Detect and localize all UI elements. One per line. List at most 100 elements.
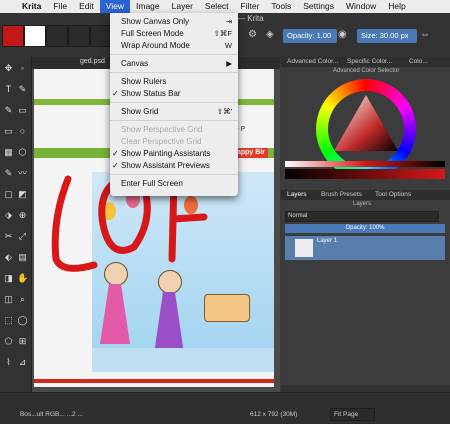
tool-icon[interactable]: ◦ [17, 63, 28, 74]
color-shade-strip[interactable] [285, 169, 445, 179]
tool-icon[interactable]: ▤ [17, 252, 28, 263]
view-menu-item-show-canvas-only[interactable]: Show Canvas Only ⇥ [110, 16, 238, 27]
tool-icon[interactable]: ⬚ [3, 315, 14, 326]
view-dropdown-menu: Show Canvas Only ⇥ Full Screen Mode ⇧⌘F Wrap… [110, 13, 238, 196]
tool-icon[interactable]: ⬡ [17, 147, 28, 158]
menu-separator [110, 72, 238, 73]
layer-thumbnail [295, 239, 313, 257]
menu-select[interactable]: Select [199, 0, 235, 13]
document-info: Bos...ult RGB... ...2 ... [20, 411, 83, 418]
bottom-red-stripe [34, 379, 274, 383]
menu-window[interactable]: Window [340, 0, 382, 13]
menu-separator [110, 174, 238, 175]
view-menu-item-show-assistant-previews[interactable]: ✓ Show Assistant Previews [110, 160, 238, 171]
menu-krita[interactable]: Krita [16, 0, 47, 13]
color-history-strip[interactable] [285, 161, 445, 167]
layer-row[interactable]: Layer 1 [285, 236, 445, 260]
tool-icon[interactable]: ⌇ [3, 357, 14, 368]
tool-icon[interactable]: ✎ [3, 168, 14, 179]
view-menu-item-full-screen-mode[interactable]: Full Screen Mode ⇧⌘F [110, 28, 238, 39]
menu-item-label: Show Grid [121, 107, 159, 116]
color-triangle[interactable] [330, 93, 402, 165]
menu-image[interactable]: Image [130, 0, 166, 13]
tool-icon[interactable]: ⊕ [17, 210, 28, 221]
menu-tools[interactable]: Tools [265, 0, 297, 13]
foreground-color-swatch[interactable] [2, 25, 24, 47]
tool-icon[interactable]: ✂ [3, 231, 14, 242]
tool-icon[interactable]: ◨ [3, 273, 14, 284]
settings-icon[interactable]: ⚙ [248, 29, 257, 40]
menu-view[interactable]: View [99, 0, 131, 13]
menu-item-label: Enter Full Screen [121, 179, 183, 188]
view-menu-item-show-status-bar[interactable]: ✓ Show Status Bar [110, 88, 238, 99]
gradient-icon[interactable] [46, 25, 68, 47]
tool-icon[interactable]: ✥ [3, 63, 14, 74]
tool-icon[interactable]: ⌕ [17, 294, 28, 305]
tool-icon[interactable]: T [3, 84, 14, 95]
view-menu-item-show-painting-assistants[interactable]: ✓ Show Painting Assistants [110, 148, 238, 159]
view-menu-item-show-rulers[interactable]: Show Rulers [110, 76, 238, 87]
tool-icon[interactable]: ✎ [17, 84, 28, 95]
tool-icon[interactable]: ▭ [17, 105, 28, 116]
menu-separator [110, 120, 238, 121]
menu-file[interactable]: File [47, 0, 73, 13]
menu-item-label: Clear Perspective Grid [121, 137, 202, 146]
tool-icon[interactable]: ⬖ [3, 252, 14, 263]
image-dimensions: 612 x 792 (30M) [250, 411, 298, 418]
tool-icon[interactable]: ▢ [3, 189, 14, 200]
view-menu-item-wrap-around-mode[interactable]: Wrap Around Mode W [110, 40, 238, 51]
tool-icon[interactable]: ⊿ [17, 357, 28, 368]
tab-advanced-color[interactable]: Advanced Color... [287, 57, 338, 67]
tool-icon[interactable]: ◩ [17, 189, 28, 200]
tab-specific-color[interactable]: Specific Color... [347, 57, 392, 67]
layer-name[interactable]: Layer 1 [317, 238, 337, 244]
view-menu-item-clear-perspective-grid: Clear Perspective Grid [110, 136, 238, 147]
tab-tool-options[interactable]: Tool Options [375, 190, 411, 200]
brush-preset-icon[interactable] [90, 25, 112, 47]
menu-layer[interactable]: Layer [166, 0, 199, 13]
brush-size-slider[interactable]: Size: 30.00 px [357, 29, 417, 43]
checkmark-icon: ✓ [112, 161, 119, 170]
menu-filter[interactable]: Filter [235, 0, 266, 13]
view-menu-item-enter-full-screen[interactable]: Enter Full Screen [110, 178, 238, 189]
alpha-lock-icon[interactable]: ◉ [338, 29, 347, 40]
tab-layers[interactable]: Layers [287, 190, 307, 200]
opacity-slider[interactable]: Opacity: 1.00 [283, 29, 337, 43]
layer-opacity-slider[interactable]: Opacity: 100% [285, 224, 445, 233]
tool-icon[interactable]: ○ [17, 126, 28, 137]
tool-icon[interactable]: ▦ [3, 147, 14, 158]
tool-icon[interactable]: ⊞ [17, 336, 28, 347]
menu-help[interactable]: Help [382, 0, 411, 13]
tool-icon[interactable]: ⬗ [3, 210, 14, 221]
tool-icon[interactable]: 〰 [17, 168, 28, 179]
toolbox: ✥ ◦ T ✎ ✎ ▭ ▭ ○ ▦ ⬡ ✎ 〰 ▢ ◩ ⬗ ⊕ ✂ ⤢ ⬖ ▤ ◨ ✋ ◫ ⌕ ⬚ ◯ ⬠ ⊞ ⌇ ⊿ [0, 57, 32, 392]
pattern-icon[interactable] [68, 25, 90, 47]
background-color-swatch[interactable] [24, 25, 46, 47]
tool-icon[interactable]: ◯ [17, 315, 28, 326]
layers-title: Layers [353, 201, 372, 207]
view-menu-item-show-grid[interactable]: Show Grid ⇧⌘' [110, 106, 238, 117]
mirror-icon[interactable]: ⇔ [420, 29, 430, 40]
blend-icon[interactable]: ◈ [266, 29, 274, 40]
document-tab[interactable]: ged.psd [80, 58, 105, 65]
layer-docker-tabs: Layers Brush Presets Tool Options [281, 190, 450, 200]
view-menu-item-canvas[interactable]: Canvas ▶ [110, 58, 238, 69]
menu-settings[interactable]: Settings [297, 0, 340, 13]
tool-icon[interactable]: ⬠ [3, 336, 14, 347]
tab-color-more[interactable]: Colo... [409, 57, 428, 67]
menu-item-label: Full Screen Mode [121, 29, 184, 38]
tool-icon[interactable]: ▭ [3, 126, 14, 137]
tab-brush-presets[interactable]: Brush Presets [321, 190, 362, 200]
tool-icon[interactable]: ✎ [3, 105, 14, 116]
mac-menu-bar: Krita File Edit View Image Layer Select … [0, 0, 450, 13]
tool-icon[interactable]: ⤢ [17, 231, 28, 242]
zoom-fit-select[interactable]: Fit Page [330, 408, 375, 421]
tool-icon[interactable]: ◫ [3, 294, 14, 305]
blend-mode-select[interactable]: Normal [285, 211, 439, 222]
tool-icon[interactable]: ✋ [17, 273, 28, 284]
status-bar: Bos...ult RGB... ...2 ... 612 x 792 (30M… [0, 392, 450, 424]
menu-item-label: Show Assistant Previews [121, 161, 210, 170]
submenu-arrow-icon: ▶ [226, 59, 232, 68]
menu-item-shortcut: ⇧⌘' [216, 107, 232, 116]
menu-edit[interactable]: Edit [73, 0, 100, 13]
